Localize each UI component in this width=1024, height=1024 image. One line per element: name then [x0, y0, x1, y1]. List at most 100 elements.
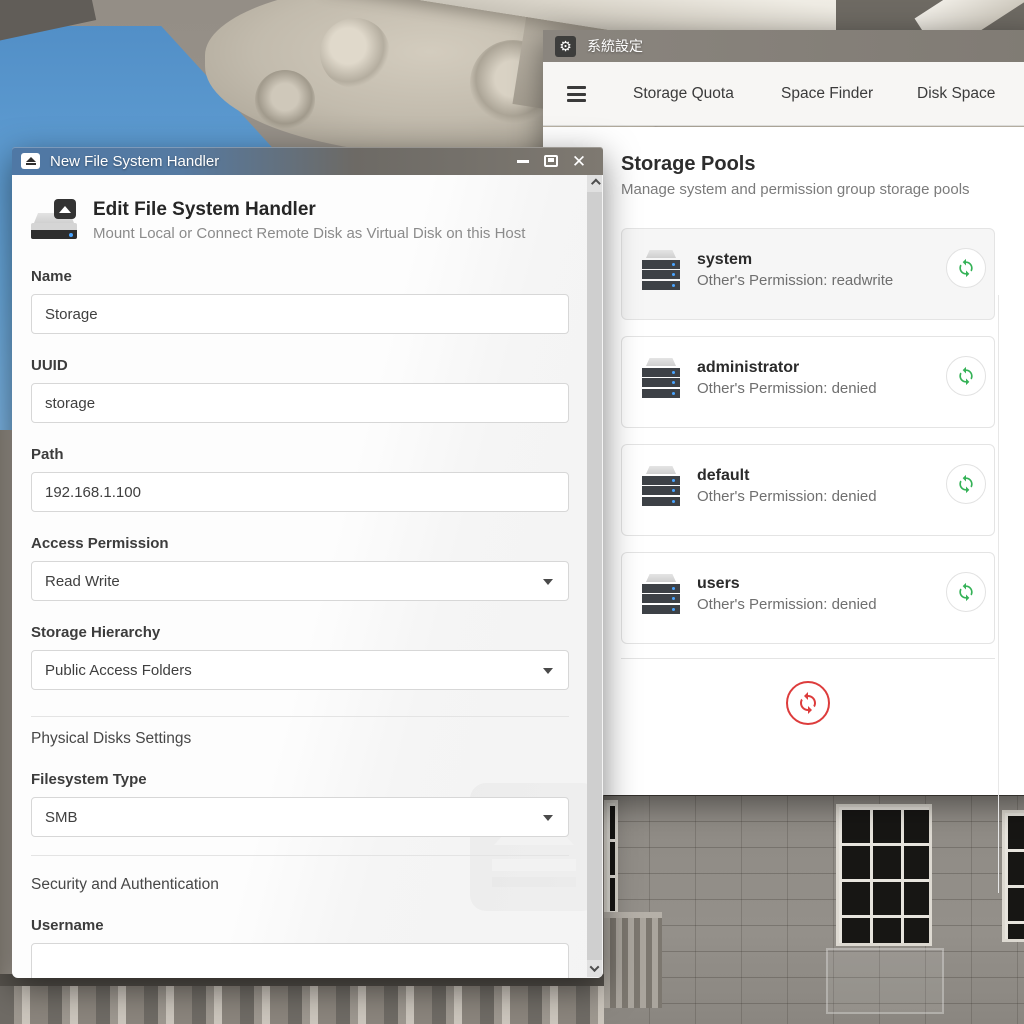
minimize-icon — [517, 160, 529, 163]
sync-icon — [796, 691, 820, 715]
refresh-pool-button[interactable] — [946, 356, 986, 396]
section-divider — [31, 855, 569, 856]
pool-permission: Other's Permission: readwrite — [697, 272, 893, 289]
access-permission-label: Access Permission — [31, 535, 569, 552]
pool-text: default Other's Permission: denied — [697, 467, 877, 505]
pool-name: users — [697, 575, 877, 593]
caret-down-icon — [543, 668, 553, 674]
section-divider — [31, 716, 569, 717]
scroll-down-button[interactable] — [587, 960, 602, 977]
pool-name: system — [697, 251, 893, 269]
balustrade — [604, 912, 662, 1008]
chevron-down-icon — [590, 962, 600, 972]
pool-name: administrator — [697, 359, 877, 377]
name-label: Name — [31, 268, 569, 285]
tab-space-finder[interactable]: Space Finder — [781, 85, 873, 103]
tab-storage-quota[interactable]: Storage Quota — [633, 85, 734, 103]
dialog-scrollbar[interactable] — [587, 175, 602, 977]
refresh-pool-button[interactable] — [946, 464, 986, 504]
uuid-label: UUID — [31, 357, 569, 374]
refresh-pool-button[interactable] — [946, 248, 986, 288]
pool-permission: Other's Permission: denied — [697, 488, 877, 505]
wall-window — [836, 804, 932, 946]
settings-content: Storage Pools Manage system and permissi… — [543, 127, 1024, 795]
close-icon: ✕ — [572, 153, 586, 170]
chevron-up-icon — [591, 179, 601, 189]
sync-icon — [956, 582, 976, 602]
dialog-body: Edit File System Handler Mount Local or … — [12, 175, 603, 978]
disk-drive-icon — [31, 199, 79, 245]
pool-name: default — [697, 467, 877, 485]
pool-list: system Other's Permission: readwrite adm… — [621, 228, 995, 644]
uuid-input[interactable] — [31, 383, 569, 423]
minimize-button[interactable] — [509, 150, 537, 172]
gear-icon: ⚙ — [555, 36, 576, 57]
pool-text: administrator Other's Permission: denied — [697, 359, 877, 397]
access-permission-value: Read Write — [45, 573, 120, 590]
list-divider — [621, 658, 995, 659]
settings-titlebar[interactable]: ⚙ 系統設定 — [543, 30, 1024, 62]
username-input[interactable] — [31, 943, 569, 978]
physical-disks-section-heading: Physical Disks Settings — [31, 730, 569, 748]
close-button[interactable]: ✕ — [565, 150, 593, 172]
stone-wall — [604, 788, 1024, 1024]
capital-ornament — [255, 70, 315, 130]
page-subtitle: Manage system and permission group stora… — [621, 181, 1024, 198]
pool-permission: Other's Permission: denied — [697, 380, 877, 397]
capital-ornament — [320, 18, 390, 88]
settings-window: ⚙ 系統設定 Storage Quota Space Finder Disk S… — [543, 30, 1024, 795]
page-title: Storage Pools — [621, 153, 1024, 176]
dialog-titlebar[interactable]: New File System Handler ✕ — [12, 147, 603, 175]
pool-permission: Other's Permission: denied — [697, 596, 877, 613]
wall-window — [604, 800, 618, 916]
name-input[interactable] — [31, 294, 569, 334]
settings-window-title: 系統設定 — [587, 36, 643, 56]
maximize-icon — [544, 155, 558, 167]
pool-text: users Other's Permission: denied — [697, 575, 877, 613]
username-label: Username — [31, 917, 569, 934]
filesystem-type-label: Filesystem Type — [31, 771, 569, 788]
settings-tabbar: Storage Quota Space Finder Disk Space — [543, 62, 1024, 126]
refresh-pool-button[interactable] — [946, 572, 986, 612]
sync-icon — [956, 474, 976, 494]
maximize-button[interactable] — [537, 150, 565, 172]
dialog-content: Edit File System Handler Mount Local or … — [12, 175, 587, 978]
storage-hierarchy-value: Public Access Folders — [45, 662, 192, 679]
access-permission-select[interactable]: Read Write — [31, 561, 569, 601]
file-system-handler-dialog: New File System Handler ✕ Edit File Syst… — [12, 147, 603, 978]
caret-down-icon — [543, 815, 553, 821]
storage-hierarchy-label: Storage Hierarchy — [31, 624, 569, 641]
storage-hierarchy-select[interactable]: Public Access Folders — [31, 650, 569, 690]
relief-panel — [826, 948, 944, 1014]
fluted-columns — [0, 974, 614, 1024]
wall-window — [1002, 810, 1024, 942]
content-divider — [998, 295, 999, 893]
pool-card-system[interactable]: system Other's Permission: readwrite — [621, 228, 995, 320]
tab-disk-space[interactable]: Disk Space — [917, 85, 995, 103]
server-icon — [642, 358, 680, 398]
caret-down-icon — [543, 579, 553, 585]
pool-card-default[interactable]: default Other's Permission: denied — [621, 444, 995, 536]
path-input[interactable] — [31, 472, 569, 512]
refresh-all-button[interactable] — [786, 681, 830, 725]
server-icon — [642, 466, 680, 506]
sync-icon — [956, 258, 976, 278]
sync-icon — [956, 366, 976, 386]
path-label: Path — [31, 446, 569, 463]
filesystem-type-select[interactable]: SMB — [31, 797, 569, 837]
dialog-title: New File System Handler — [50, 153, 509, 170]
pool-card-users[interactable]: users Other's Permission: denied — [621, 552, 995, 644]
security-section-heading: Security and Authentication — [31, 876, 569, 894]
form-title: Edit File System Handler — [93, 199, 525, 221]
server-icon — [642, 574, 680, 614]
filesystem-type-value: SMB — [45, 809, 78, 826]
pool-card-administrator[interactable]: administrator Other's Permission: denied — [621, 336, 995, 428]
server-icon — [642, 250, 680, 290]
form-header: Edit File System Handler Mount Local or … — [31, 199, 569, 245]
screen: ⚙ 系統設定 Storage Quota Space Finder Disk S… — [0, 0, 1024, 1024]
scroll-up-button[interactable] — [587, 175, 602, 192]
refresh-all-wrap — [621, 681, 995, 725]
form-subtitle: Mount Local or Connect Remote Disk as Vi… — [93, 225, 525, 242]
menu-icon[interactable] — [567, 86, 586, 102]
pool-text: system Other's Permission: readwrite — [697, 251, 893, 289]
